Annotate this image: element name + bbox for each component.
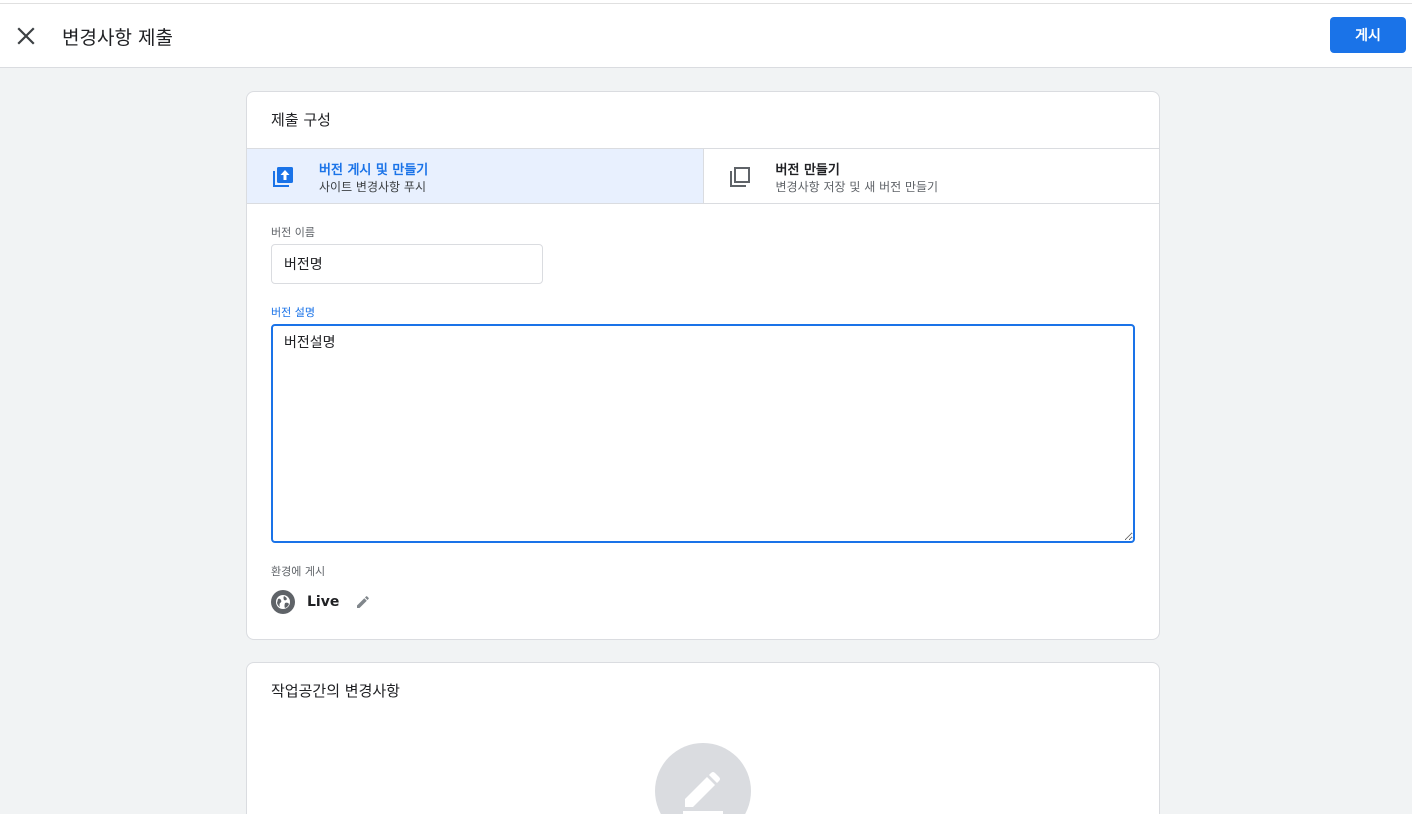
publish-button[interactable]: 게시	[1330, 17, 1406, 53]
option-title: 버전 게시 및 만들기	[319, 163, 429, 178]
option-subtitle: 사이트 변경사항 푸시	[319, 180, 426, 194]
workspace-changes-card: 작업공간의 변경사항	[246, 662, 1160, 814]
option-create-version[interactable]: 버전 만들기 변경사항 저장 및 새 버전 만들기	[702, 149, 1160, 203]
empty-state-circle	[655, 743, 751, 814]
globe-icon	[271, 590, 295, 614]
option-subtitle: 변경사항 저장 및 새 버전 만들기	[775, 180, 939, 194]
option-publish-and-create[interactable]: 버전 게시 및 만들기 사이트 변경사항 푸시	[247, 149, 703, 203]
environment-row: Live	[271, 590, 371, 614]
version-name-label: 버전 이름	[271, 226, 315, 239]
version-name-input[interactable]	[271, 244, 543, 284]
close-button[interactable]	[12, 22, 40, 50]
header-bar: 변경사항 제출 게시	[0, 4, 1412, 68]
card-title: 작업공간의 변경사항	[271, 682, 400, 700]
version-description-input[interactable]: 버전설명	[271, 324, 1135, 543]
environment-name: Live	[307, 594, 340, 610]
environment-label: 환경에 게시	[271, 565, 326, 578]
page-title: 변경사항 제출	[62, 27, 173, 49]
card-title: 제출 구성	[271, 111, 331, 129]
edit-icon	[683, 772, 723, 814]
option-title: 버전 만들기	[775, 163, 840, 178]
version-description-label: 버전 설명	[271, 306, 315, 319]
submission-options: 버전 게시 및 만들기 사이트 변경사항 푸시 버전 만들기 변경사항 저장 및…	[247, 148, 1159, 204]
pencil-icon[interactable]	[355, 594, 371, 610]
submission-config-card: 제출 구성 버전 게시 및 만들기 사이트 변경사항 푸시 버전 만들기 변경사…	[246, 91, 1160, 640]
close-icon	[17, 27, 35, 45]
copy-icon	[729, 167, 750, 187]
publish-icon	[273, 167, 293, 187]
